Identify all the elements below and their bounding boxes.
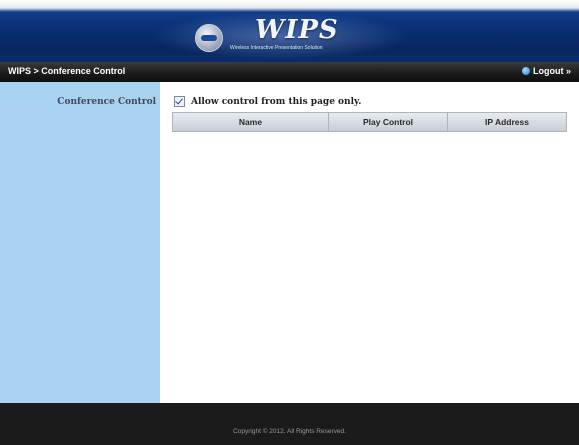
logo-subtitle: Wireless Interactive Presentation Soluti… <box>230 45 323 51</box>
column-header-name: Name <box>173 113 329 131</box>
wips-badge-icon <box>195 24 223 52</box>
header-banner: WIPS Wireless Interactive Presentation S… <box>0 0 579 62</box>
logout-link[interactable]: Logout » <box>522 66 571 76</box>
logo-title: WIPS <box>255 15 339 45</box>
copyright-text: Copyright © 2012. All Rights Reserved. <box>233 428 346 435</box>
column-header-ip-address: IP Address <box>485 117 529 127</box>
logout-globe-icon <box>522 67 530 75</box>
footer: Copyright © 2012. All Rights Reserved. <box>0 403 579 445</box>
breadcrumb: WIPS > Conference Control <box>8 66 126 76</box>
logout-label: Logout » <box>533 66 571 76</box>
sidebar-item-conference-control: Conference Control <box>57 97 156 107</box>
main-content: Allow control from this page only. Name … <box>160 82 579 403</box>
conference-table-header: Name Play Control IP Address <box>172 112 567 132</box>
sidebar: Conference Control <box>0 82 160 403</box>
badge-band <box>201 35 217 41</box>
column-header-play-control: Play Control <box>329 113 448 131</box>
allow-control-option: Allow control from this page only. <box>174 96 361 107</box>
allow-control-checkbox[interactable] <box>174 96 185 107</box>
allow-control-label: Allow control from this page only. <box>191 96 362 107</box>
breadcrumb-bar: WIPS > Conference Control Logout » <box>0 62 579 82</box>
